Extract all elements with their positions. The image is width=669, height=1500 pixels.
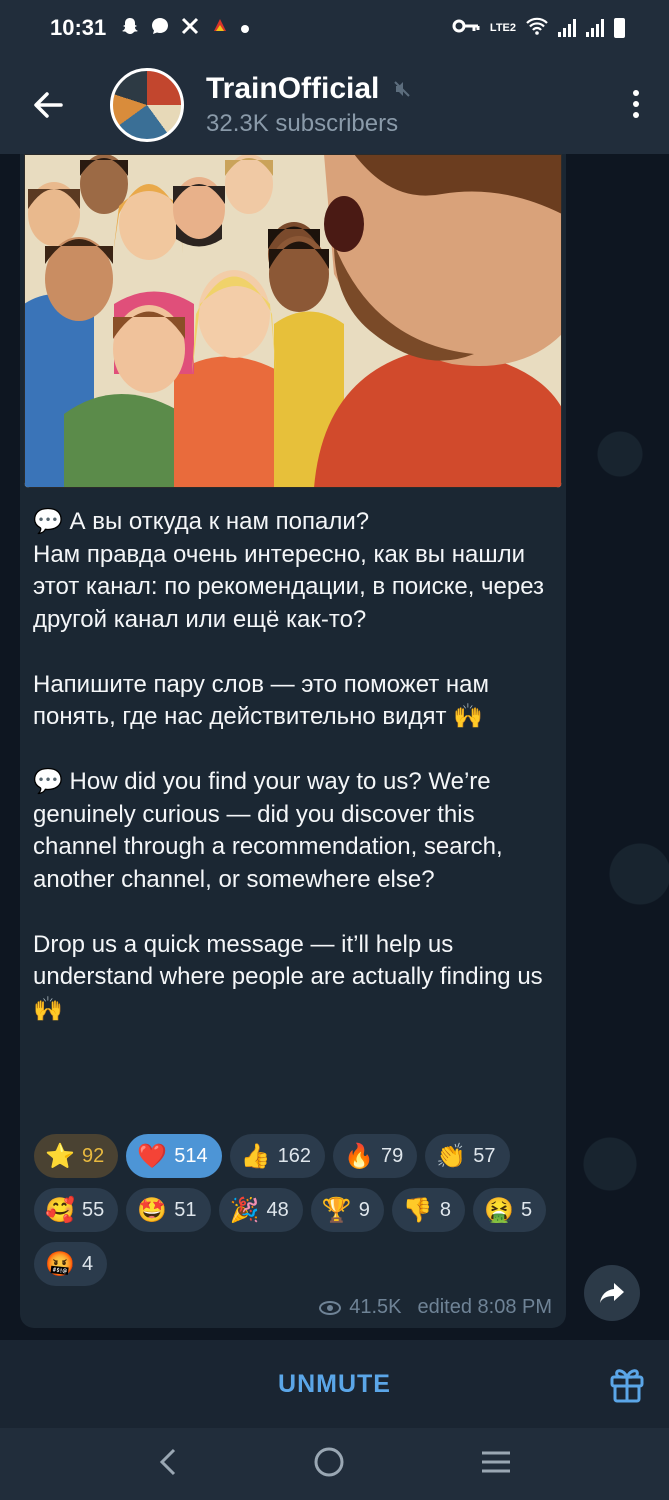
message-paragraph: 💬 А вы откуда к нам попали? Нам правда о… [33, 508, 545, 633]
clap-icon: 👏 [436, 1142, 467, 1170]
message-meta: 41.5K edited 8:08 PM [319, 1296, 552, 1319]
share-arrow-icon [600, 1283, 624, 1303]
reaction-count: 79 [381, 1144, 404, 1167]
heart-icon: ❤️ [137, 1142, 168, 1170]
gift-icon [610, 1369, 644, 1403]
circle-icon [314, 1447, 343, 1476]
channel-avatar[interactable] [110, 68, 184, 142]
back-button[interactable] [0, 56, 96, 154]
chat-area[interactable]: 💬 А вы откуда к нам попали? Нам правда о… [0, 154, 669, 1340]
message-paragraph: Drop us a quick message — it’ll help us … [33, 930, 543, 1023]
subscriber-count: 32.3K subscribers [206, 110, 399, 137]
reaction-count: 57 [473, 1144, 496, 1167]
view-count: 41.5K [349, 1296, 402, 1318]
signal-icon [586, 19, 604, 37]
nav-back-button[interactable] [158, 1447, 178, 1482]
muted-icon [393, 72, 411, 106]
star-icon: ⭐ [45, 1142, 75, 1170]
trophy-icon: 🏆 [321, 1196, 352, 1224]
arrow-left-icon [34, 92, 63, 118]
reaction-chip-thumbs-up[interactable]: 👍 162 [229, 1134, 325, 1178]
channel-title: TrainOfficial [206, 72, 380, 105]
signal-icon [558, 19, 576, 37]
reactions-list: ⭐ 92 ❤️ 514 👍 162 🔥 79 👏 57 🥰 55 🤩 51 🎉 48 🏆 9 👎 8… [34, 1134, 554, 1286]
bottom-bar: UNMUTE [0, 1340, 669, 1428]
fire-icon: 🔥 [344, 1142, 374, 1170]
reaction-count: 5 [521, 1198, 533, 1221]
reaction-chip-heart[interactable]: ❤️ 514 [126, 1134, 222, 1178]
reaction-count: 9 [358, 1198, 370, 1221]
reaction-chip-star-struck[interactable]: 🤩 51 [126, 1188, 211, 1232]
message-bubble: 💬 А вы откуда к нам попали? Нам правда о… [20, 154, 566, 1328]
network-label: LTE2 [489, 21, 516, 34]
key-icon [452, 18, 480, 39]
message-text: 💬 А вы откуда к нам попали? Нам правда о… [33, 506, 553, 1026]
party-popper-icon: 🎉 [229, 1196, 260, 1224]
smiling-hearts-icon: 🥰 [45, 1196, 75, 1224]
post-image[interactable] [24, 154, 562, 488]
reaction-count: 514 [174, 1144, 208, 1167]
reaction-chip-clap[interactable]: 👏 57 [425, 1134, 510, 1178]
reaction-count: 4 [82, 1252, 94, 1275]
chat-header: TrainOfficial 32.3K subscribers [0, 56, 669, 154]
unmute-button[interactable]: UNMUTE [278, 1370, 391, 1399]
snapchat-icon [120, 16, 140, 41]
battery-icon [614, 18, 625, 38]
reaction-chip-thumbs-down[interactable]: 👎 8 [391, 1188, 465, 1232]
star-struck-icon: 🤩 [137, 1196, 168, 1224]
thumbs-up-icon: 👍 [240, 1142, 271, 1170]
reaction-chip-trophy[interactable]: 🏆 9 [310, 1188, 384, 1232]
reaction-chip-star[interactable]: ⭐ 92 [34, 1134, 119, 1178]
reaction-count: 162 [277, 1144, 311, 1167]
reaction-chip-party[interactable]: 🎉 48 [218, 1188, 303, 1232]
reaction-chip-fire[interactable]: 🔥 79 [333, 1134, 418, 1178]
swearing-face-icon: 🤬 [45, 1250, 75, 1278]
message-paragraph: 💬 How did you find your way to us? We’re… [33, 768, 503, 893]
reaction-count: 51 [174, 1198, 197, 1221]
x-icon [180, 16, 200, 41]
edited-time: edited 8:08 PM [417, 1296, 552, 1318]
system-nav-bar [0, 1428, 669, 1500]
status-time: 10:31 [50, 15, 107, 40]
reaction-count: 8 [439, 1198, 451, 1221]
wifi-icon [526, 17, 548, 40]
menu-lines-icon [481, 1451, 510, 1472]
gift-button[interactable] [609, 1365, 645, 1408]
reaction-chip-smiling-hearts[interactable]: 🥰 55 [34, 1188, 119, 1232]
channel-info[interactable]: TrainOfficial 32.3K subscribers [206, 72, 411, 138]
reaction-count: 48 [266, 1198, 289, 1221]
eye-icon [319, 1300, 342, 1315]
more-menu-button[interactable] [633, 90, 639, 118]
thumbs-down-icon: 👎 [402, 1196, 433, 1224]
reaction-chip-swearing[interactable]: 🤬 4 [34, 1242, 108, 1286]
reaction-count: 92 [82, 1144, 105, 1167]
dot-icon [240, 18, 250, 39]
reaction-count: 55 [82, 1198, 105, 1221]
app-icon [210, 16, 230, 41]
nav-recents-button[interactable] [480, 1450, 512, 1479]
share-button[interactable] [584, 1265, 640, 1321]
messenger-icon [150, 16, 170, 41]
vomiting-face-icon: 🤮 [484, 1196, 514, 1224]
message-paragraph: Напишите пару слов — это поможет нам пон… [33, 670, 490, 731]
status-bar: 10:31 LTE2 [0, 0, 669, 56]
chevron-left-icon [159, 1448, 175, 1475]
reaction-chip-vomit[interactable]: 🤮 5 [473, 1188, 547, 1232]
nav-home-button[interactable] [313, 1446, 345, 1483]
